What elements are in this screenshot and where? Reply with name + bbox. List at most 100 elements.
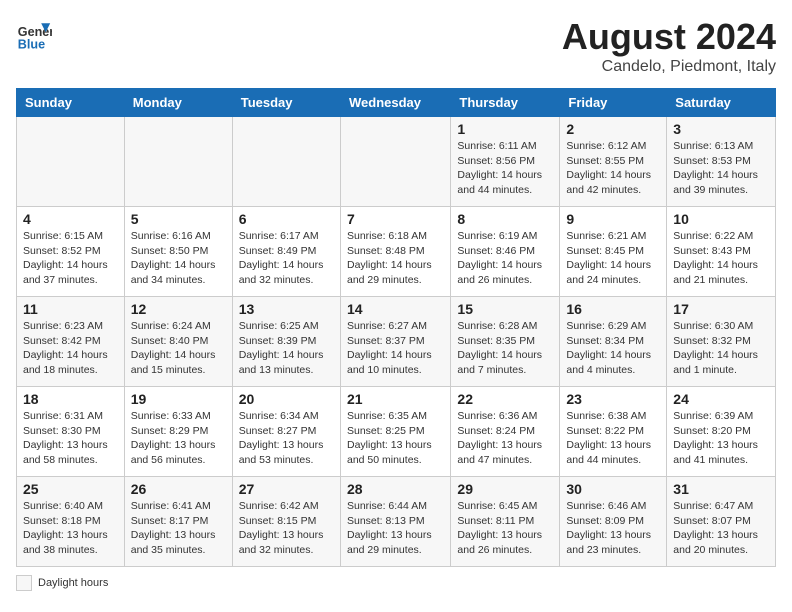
day-number: 5 [131, 211, 226, 227]
day-info: Sunrise: 6:44 AMSunset: 8:13 PMDaylight:… [347, 499, 444, 558]
day-number: 24 [673, 391, 769, 407]
calendar-table: SundayMondayTuesdayWednesdayThursdayFrid… [16, 88, 776, 567]
calendar-cell: 27 Sunrise: 6:42 AMSunset: 8:15 PMDayligh… [232, 477, 340, 567]
calendar-day-header: Sunday [17, 89, 125, 117]
day-info: Sunrise: 6:45 AMSunset: 8:11 PMDaylight:… [457, 499, 553, 558]
legend: Daylight hours [16, 575, 776, 591]
day-info: Sunrise: 6:24 AMSunset: 8:40 PMDaylight:… [131, 319, 226, 378]
calendar-cell: 14Sunrise: 6:27 AMSunset: 8:37 PMDayligh… [340, 297, 450, 387]
calendar-cell: 6Sunrise: 6:17 AMSunset: 8:49 PMDaylight… [232, 207, 340, 297]
day-number: 1 [457, 121, 553, 137]
day-info: Sunrise: 6:29 AMSunset: 8:34 PMDaylight:… [566, 319, 660, 378]
day-info: Sunrise: 6:41 AMSunset: 8:17 PMDaylight:… [131, 499, 226, 558]
day-number: 12 [131, 301, 226, 317]
day-info: Sunrise: 6:38 AMSunset: 8:22 PMDaylight:… [566, 409, 660, 468]
day-info: Sunrise: 6:12 AMSunset: 8:55 PMDaylight:… [566, 139, 660, 198]
calendar-cell: 8Sunrise: 6:19 AMSunset: 8:46 PMDaylight… [451, 207, 560, 297]
day-number: 21 [347, 391, 444, 407]
calendar-week-row: 18 Sunrise: 6:31 AMSunset: 8:30 PMDayligh… [17, 387, 776, 477]
day-info: Sunrise: 6:30 AMSunset: 8:32 PMDaylight:… [673, 319, 769, 378]
calendar-day-header: Tuesday [232, 89, 340, 117]
day-info: Sunrise: 6:18 AMSunset: 8:48 PMDaylight:… [347, 229, 444, 288]
day-number: 17 [673, 301, 769, 317]
day-info: Sunrise: 6:13 AMSunset: 8:53 PMDaylight:… [673, 139, 769, 198]
day-info: Sunrise: 6:47 AMSunset: 8:07 PMDaylight:… [673, 499, 769, 558]
day-info: Sunrise: 6:21 AMSunset: 8:45 PMDaylight:… [566, 229, 660, 288]
daylight-label: Daylight hours [38, 577, 108, 589]
calendar-day-header: Saturday [667, 89, 776, 117]
day-number: 29 [457, 481, 553, 497]
calendar-cell: 31Sunrise: 6:47 AMSunset: 8:07 PMDayligh… [667, 477, 776, 567]
day-number: 6 [239, 211, 334, 227]
calendar-cell: 3 Sunrise: 6:13 AMSunset: 8:53 PMDaylight… [667, 117, 776, 207]
calendar-cell: 29 Sunrise: 6:45 AMSunset: 8:11 PMDayligh… [451, 477, 560, 567]
day-number: 15 [457, 301, 553, 317]
calendar-cell: 7 Sunrise: 6:18 AMSunset: 8:48 PMDaylight… [340, 207, 450, 297]
day-number: 2 [566, 121, 660, 137]
calendar-cell: 23Sunrise: 6:38 AMSunset: 8:22 PMDayligh… [560, 387, 667, 477]
calendar-cell: 4 Sunrise: 6:15 AMSunset: 8:52 PMDaylight… [17, 207, 125, 297]
calendar-header-row: SundayMondayTuesdayWednesdayThursdayFrid… [17, 89, 776, 117]
calendar-cell: 25 Sunrise: 6:40 AMSunset: 8:18 PMDayligh… [17, 477, 125, 567]
day-info: Sunrise: 6:28 AMSunset: 8:35 PMDaylight:… [457, 319, 553, 378]
calendar-week-row: 11 Sunrise: 6:23 AMSunset: 8:42 PMDayligh… [17, 297, 776, 387]
day-info: Sunrise: 6:11 AMSunset: 8:56 PMDaylight:… [457, 139, 553, 198]
day-number: 4 [23, 211, 118, 227]
calendar-cell: 15 Sunrise: 6:28 AMSunset: 8:35 PMDayligh… [451, 297, 560, 387]
day-number: 3 [673, 121, 769, 137]
calendar-cell [340, 117, 450, 207]
day-info: Sunrise: 6:15 AMSunset: 8:52 PMDaylight:… [23, 229, 118, 288]
calendar-cell [124, 117, 232, 207]
calendar-cell: 1 Sunrise: 6:11 AMSunset: 8:56 PMDaylight… [451, 117, 560, 207]
calendar-cell: 20Sunrise: 6:34 AMSunset: 8:27 PMDayligh… [232, 387, 340, 477]
day-info: Sunrise: 6:40 AMSunset: 8:18 PMDaylight:… [23, 499, 118, 558]
day-info: Sunrise: 6:46 AMSunset: 8:09 PMDaylight:… [566, 499, 660, 558]
logo: General Blue [16, 16, 56, 52]
day-number: 9 [566, 211, 660, 227]
svg-text:Blue: Blue [18, 37, 45, 51]
day-number: 7 [347, 211, 444, 227]
day-info: Sunrise: 6:23 AMSunset: 8:42 PMDaylight:… [23, 319, 118, 378]
calendar-week-row: 4 Sunrise: 6:15 AMSunset: 8:52 PMDaylight… [17, 207, 776, 297]
calendar-day-header: Monday [124, 89, 232, 117]
day-info: Sunrise: 6:31 AMSunset: 8:30 PMDaylight:… [23, 409, 118, 468]
location: Candelo, Piedmont, Italy [562, 58, 776, 76]
day-number: 26 [131, 481, 226, 497]
calendar-day-header: Thursday [451, 89, 560, 117]
day-number: 25 [23, 481, 118, 497]
calendar-cell [232, 117, 340, 207]
day-info: Sunrise: 6:16 AMSunset: 8:50 PMDaylight:… [131, 229, 226, 288]
day-number: 18 [23, 391, 118, 407]
calendar-cell: 24 Sunrise: 6:39 AMSunset: 8:20 PMDayligh… [667, 387, 776, 477]
calendar-week-row: 1 Sunrise: 6:11 AMSunset: 8:56 PMDaylight… [17, 117, 776, 207]
logo-icon: General Blue [16, 16, 52, 52]
day-info: Sunrise: 6:42 AMSunset: 8:15 PMDaylight:… [239, 499, 334, 558]
calendar-cell: 9 Sunrise: 6:21 AMSunset: 8:45 PMDaylight… [560, 207, 667, 297]
calendar-cell: 12 Sunrise: 6:24 AMSunset: 8:40 PMDayligh… [124, 297, 232, 387]
page-header: General Blue August 2024 Candelo, Piedmo… [16, 16, 776, 76]
day-number: 20 [239, 391, 334, 407]
day-info: Sunrise: 6:36 AMSunset: 8:24 PMDaylight:… [457, 409, 553, 468]
calendar-cell: 2 Sunrise: 6:12 AMSunset: 8:55 PMDaylight… [560, 117, 667, 207]
calendar-cell: 11 Sunrise: 6:23 AMSunset: 8:42 PMDayligh… [17, 297, 125, 387]
calendar-cell: 30Sunrise: 6:46 AMSunset: 8:09 PMDayligh… [560, 477, 667, 567]
calendar-day-header: Wednesday [340, 89, 450, 117]
calendar-day-header: Friday [560, 89, 667, 117]
calendar-cell: 28Sunrise: 6:44 AMSunset: 8:13 PMDayligh… [340, 477, 450, 567]
calendar-cell: 21Sunrise: 6:35 AMSunset: 8:25 PMDayligh… [340, 387, 450, 477]
calendar-cell: 13Sunrise: 6:25 AMSunset: 8:39 PMDayligh… [232, 297, 340, 387]
day-number: 27 [239, 481, 334, 497]
day-number: 22 [457, 391, 553, 407]
day-info: Sunrise: 6:39 AMSunset: 8:20 PMDaylight:… [673, 409, 769, 468]
calendar-week-row: 25 Sunrise: 6:40 AMSunset: 8:18 PMDayligh… [17, 477, 776, 567]
calendar-cell: 22 Sunrise: 6:36 AMSunset: 8:24 PMDayligh… [451, 387, 560, 477]
title-block: August 2024 Candelo, Piedmont, Italy [562, 16, 776, 76]
day-number: 11 [23, 301, 118, 317]
day-number: 16 [566, 301, 660, 317]
day-number: 8 [457, 211, 553, 227]
day-info: Sunrise: 6:22 AMSunset: 8:43 PMDaylight:… [673, 229, 769, 288]
calendar-cell: 10Sunrise: 6:22 AMSunset: 8:43 PMDayligh… [667, 207, 776, 297]
day-info: Sunrise: 6:27 AMSunset: 8:37 PMDaylight:… [347, 319, 444, 378]
day-info: Sunrise: 6:33 AMSunset: 8:29 PMDaylight:… [131, 409, 226, 468]
calendar-cell: 5 Sunrise: 6:16 AMSunset: 8:50 PMDaylight… [124, 207, 232, 297]
